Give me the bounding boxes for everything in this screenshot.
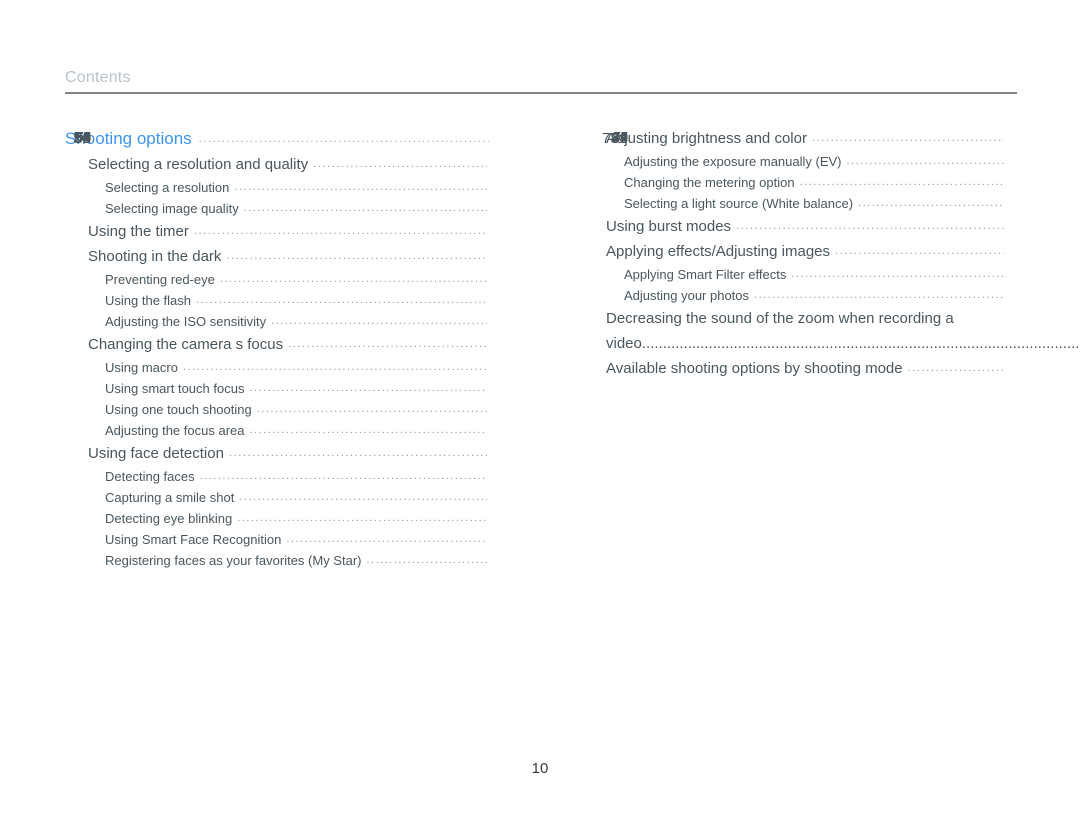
toc-leader-dots: ........................................… (907, 363, 1004, 374)
toc-entry-label: Adjusting brightness and color (606, 130, 807, 147)
toc-leader-dots: ........................................… (196, 295, 487, 306)
toc-entry-level-2[interactable]: Using one touch shooting................… (65, 129, 490, 420)
toc-leader-dots: ........................................… (256, 404, 487, 415)
toc-entry-level-0[interactable]: Shooting options........................… (65, 126, 490, 152)
toc-leader-dots: ........................................… (271, 316, 487, 327)
toc-leader-dots: ........................................… (288, 339, 487, 350)
page-header: Contents (65, 68, 1017, 88)
toc-leader-dots: ........................................… (193, 226, 487, 237)
toc-leader-dots: ........................................… (835, 246, 1004, 257)
toc-leader-dots: ........................................… (846, 156, 1004, 167)
toc-entry-label: Selecting image quality (105, 201, 239, 216)
toc-entry-level-2[interactable]: Using smart touch focus.................… (65, 129, 490, 399)
toc-entry-level-1[interactable]: Selecting a resolution and quality......… (65, 130, 490, 177)
toc-entry-label: Shooting in the dark (88, 248, 222, 265)
toc-leader-dots: ........................................… (237, 513, 487, 524)
toc-entry-label: Capturing a smile shot (105, 490, 235, 505)
toc-entry-level-2[interactable]: Adjusting the focus area................… (65, 129, 490, 441)
toc-entry-level-1[interactable]: Using face detection....................… (65, 130, 490, 466)
toc-entry-level-2[interactable]: Detecting eye blinking..................… (65, 129, 490, 529)
toc-entry-label: Adjusting the ISO sensitivity (105, 314, 267, 329)
toc-leader-dots: ........................................… (239, 492, 487, 503)
toc-entry-level-2[interactable]: Adjusting the exposure manually (EV)....… (602, 129, 1007, 172)
toc-leader-dots: ........................................… (249, 383, 487, 394)
toc-entry-level-1[interactable]: Changing the camera s focus.............… (65, 130, 490, 357)
toc-leader-dots: ........................................… (182, 362, 487, 373)
toc-entry-label: Using smart touch focus (105, 381, 245, 396)
toc-entry-level-2[interactable]: Changing the metering option............… (602, 129, 1007, 193)
toc-entry-label: Using face detection (88, 445, 224, 462)
toc-entry-level-2[interactable]: Detecting faces.........................… (65, 129, 490, 487)
toc-leader-dots: ........................................… (366, 555, 487, 566)
toc-leader-dots: ........................................… (858, 198, 1004, 209)
toc-entry-level-2[interactable]: Applying Smart Filter effects...........… (602, 129, 1007, 285)
toc-column-left: Shooting options........................… (65, 126, 490, 571)
toc-leader-dots: ........................................… (286, 534, 487, 545)
toc-entry-level-2[interactable]: Using the flash.........................… (65, 129, 490, 311)
toc-leader-dots: ........................................… (219, 274, 487, 285)
toc-entry-page-number: 68 (76, 129, 91, 144)
toc-leader-dots: ........................................… (226, 251, 487, 262)
toc-entry-level-2[interactable]: Adjusting the ISO sensitivity...........… (65, 129, 490, 332)
toc-entry-label: Available shooting options by shooting m… (606, 360, 903, 377)
toc-entry-level-2[interactable]: Adjusting your photos...................… (602, 129, 1007, 306)
toc-leader-dots: ........................................… (249, 425, 487, 436)
toc-column-right: Adjusting brightness and color..........… (602, 126, 1080, 381)
header-divider (65, 92, 1017, 94)
toc-entry-level-2[interactable]: Selecting a resolution..................… (65, 129, 490, 198)
toc-entry-label-line1: Decreasing the sound of the zoom when re… (606, 310, 954, 327)
toc-leader-dots: ........................................… (198, 134, 489, 145)
page-title: Contents (65, 69, 131, 86)
toc-entry-level-1[interactable]: Adjusting brightness and color..........… (602, 126, 1007, 151)
toc-entry-label: Detecting eye blinking (105, 511, 233, 526)
toc-entry-label: Applying Smart Filter effects (624, 267, 787, 282)
toc-leader-dots: ........................................… (791, 269, 1004, 280)
toc-leader-dots: ........................................… (199, 471, 487, 482)
toc-entry-level-1[interactable]: Using burst modes.......................… (602, 130, 1007, 239)
toc-entry-level-2[interactable]: Preventing red-eye......................… (65, 129, 490, 290)
toc-entry-level-2[interactable]: Capturing a smile shot..................… (65, 129, 490, 508)
toc-entry-level-1[interactable]: Available shooting options by shooting m… (602, 130, 1007, 381)
toc-entry-level-1[interactable]: Using the timer.........................… (65, 130, 490, 244)
toc-leader-dots: ........................................… (234, 182, 487, 193)
toc-entry-level-2[interactable]: Using macro.............................… (65, 129, 490, 378)
toc-leader-dots: ........................................… (799, 177, 1004, 188)
toc-entry-label: Adjusting your photos (624, 288, 750, 303)
toc-entry-label: Preventing red-eye (105, 272, 215, 287)
toc-entry-label: Using the timer (88, 223, 189, 240)
toc-entry-label: Using Smart Face Recognition (105, 532, 282, 547)
toc-leader-dots: ........................................… (313, 159, 487, 170)
toc-page: Contents Shooting options...............… (0, 0, 1080, 815)
toc-leader-dots: ........................................… (243, 203, 487, 214)
toc-entry-line2: video...................................… (602, 130, 1080, 356)
toc-leader-dots: ........................................… (811, 133, 1004, 144)
toc-entry-label: Applying effects/Adjusting images (606, 243, 831, 260)
footer-page-number: 10 (531, 760, 549, 777)
toc-entry-label: Using the flash (105, 293, 191, 308)
toc-entry-level-2[interactable]: Registering faces as your favorites (My … (65, 129, 490, 571)
toc-entry-level-2[interactable]: Selecting a light source (White balance)… (602, 129, 1007, 214)
toc-entry-level-1[interactable]: Shooting in the dark....................… (65, 130, 490, 269)
toc-leader-dots: ........................................… (754, 290, 1004, 301)
toc-entry-label: Using one touch shooting (105, 402, 252, 417)
toc-entry-label: Using macro (105, 360, 178, 375)
toc-entry-label: Detecting faces (105, 469, 195, 484)
toc-entry-label: Selecting a resolution (105, 180, 230, 195)
toc-entry-wrapped[interactable]: Decreasing the sound of the zoom when re… (602, 130, 1080, 356)
toc-leader-dots: ........................................… (641, 335, 1080, 352)
toc-entry-label: Changing the camera s focus (88, 336, 284, 353)
toc-entry-page-number: 79 (611, 130, 628, 147)
toc-leader-dots: ........................................… (736, 221, 1004, 232)
toc-leader-dots: ........................................… (228, 448, 487, 459)
toc-entry-level-2[interactable]: Selecting image quality.................… (65, 129, 490, 219)
toc-entry-level-2[interactable]: Using Smart Face Recognition............… (65, 129, 490, 550)
toc-entry-label: Adjusting the focus area (105, 423, 245, 438)
toc-entry-level-1[interactable]: Applying effects/Adjusting images.......… (602, 130, 1007, 264)
toc-entry-label: Changing the metering option (624, 175, 795, 190)
toc-entry-label: Adjusting the exposure manually (EV) (624, 154, 842, 169)
toc-entry-label: Selecting a light source (White balance) (624, 196, 854, 211)
toc-entry-label: Selecting a resolution and quality (88, 156, 309, 173)
toc-entry-label: Registering faces as your favorites (My … (105, 553, 362, 568)
